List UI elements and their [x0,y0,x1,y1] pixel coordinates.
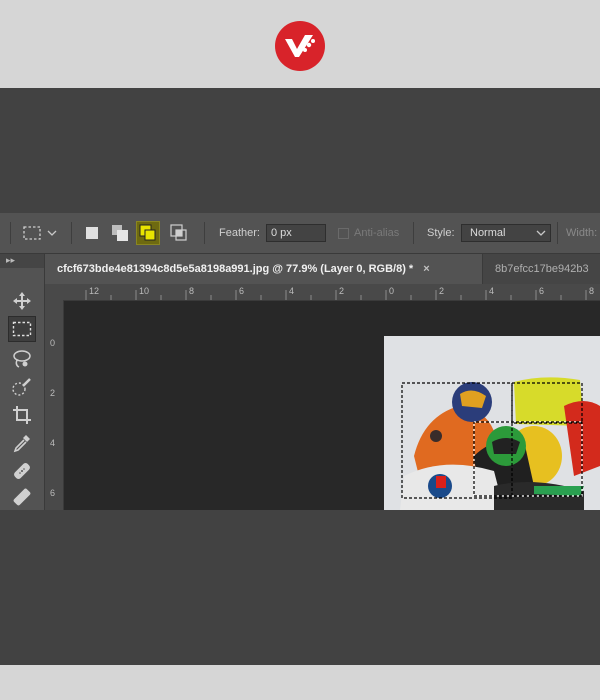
marquee-preset-picker[interactable] [22,213,58,253]
anti-alias-checkbox[interactable]: Anti-alias [338,213,399,253]
document-tab-bar: cfcf673bde4e81394c8d5e5a8198a991.jpg @ 7… [45,254,600,284]
ruler-label: 10 [139,286,150,296]
collapse-arrows[interactable]: ▸▸ [6,255,15,266]
style-dropdown[interactable]: Normal [461,213,551,253]
ruler-label: 4 [50,438,56,448]
close-tab-icon[interactable]: × [423,263,429,275]
photoshop-window: Feather: 0 px Anti-alias Style: Normal W… [0,213,600,510]
tools-panel: ▸▸ [0,254,45,510]
intersect-selection-button[interactable] [167,213,191,253]
width-label: Width: [566,227,598,239]
brand-logo-icon [285,35,315,57]
anti-alias-label: Anti-alias [354,227,400,239]
add-to-selection-button[interactable] [108,213,132,253]
checkbox-box[interactable] [338,227,349,239]
options-bar: Feather: 0 px Anti-alias Style: Normal W… [0,213,600,254]
chevron-down-icon [536,230,546,236]
new-selection-icon [86,227,98,239]
feather-value[interactable]: 0 px [266,224,326,242]
crop-icon [13,406,31,424]
vertical-ruler: 0 2 4 6 [45,284,64,510]
tab-title: 8b7efcc17be942b3 [495,263,589,275]
ruler-label: 0 [50,338,56,348]
quick-selection-icon [12,378,31,396]
brand-logo[interactable] [275,21,325,71]
subtract-from-selection-button[interactable] [136,213,160,253]
top-band [0,0,600,88]
move-tool[interactable] [8,288,36,314]
ruler-label: 2 [50,388,56,398]
rect-marquee-icon [12,321,32,337]
ruler-label: 8 [189,286,195,296]
subtract-selection-icon [139,224,156,241]
style-value: Normal [470,227,506,239]
crop-tool[interactable] [8,402,36,428]
bandage-icon [14,463,30,479]
quick-selection-tool[interactable] [8,374,36,400]
motorcycle-racers-image [384,336,600,510]
ruler-label: 2 [339,286,345,296]
feather-input[interactable]: 0 px [266,213,326,253]
feather-label: Feather: [219,227,260,239]
divider [71,222,72,244]
rect-marquee-icon [23,226,41,240]
add-selection-icon [112,225,128,241]
intersect-selection-icon [170,224,187,241]
divider [204,222,205,244]
move-icon [13,292,31,310]
ruler-label: 6 [539,286,545,296]
style-label: Style: [427,227,455,239]
document-tab-inactive[interactable]: 8b7efcc17be942b3 [482,254,600,284]
brush-tool[interactable] [8,484,36,510]
tab-title: cfcf673bde4e81394c8d5e5a8198a991.jpg @ 7… [57,263,414,275]
rectangular-marquee-tool[interactable] [8,316,36,342]
eyedropper-tool[interactable] [8,430,36,456]
healing-brush-tool[interactable] [8,458,36,484]
bottom-band [0,665,600,700]
divider [557,222,558,244]
tools-panel-header[interactable]: ▸▸ [0,254,44,268]
ruler-label: 12 [89,286,100,296]
horizontal-ruler: 12 10 8 6 4 2 0 2 4 6 8 [63,284,600,301]
ruler-label: 6 [50,488,56,498]
ruler-label: 8 [589,286,595,296]
document-tab-active[interactable]: cfcf673bde4e81394c8d5e5a8198a991.jpg @ 7… [45,254,482,284]
lasso-tool[interactable] [8,346,36,372]
chevron-down-icon [47,230,57,236]
ruler-label: 0 [389,286,395,296]
ruler-label: 4 [289,286,295,296]
new-selection-button[interactable] [80,213,104,253]
lasso-icon [13,350,31,368]
ruler-label: 4 [489,286,495,296]
divider [413,222,414,244]
document-image[interactable] [384,336,600,510]
brush-icon [13,488,31,506]
grip-divider [10,222,11,244]
ruler-label: 6 [239,286,245,296]
eyedropper-icon [13,435,30,453]
ruler-label: 2 [439,286,445,296]
